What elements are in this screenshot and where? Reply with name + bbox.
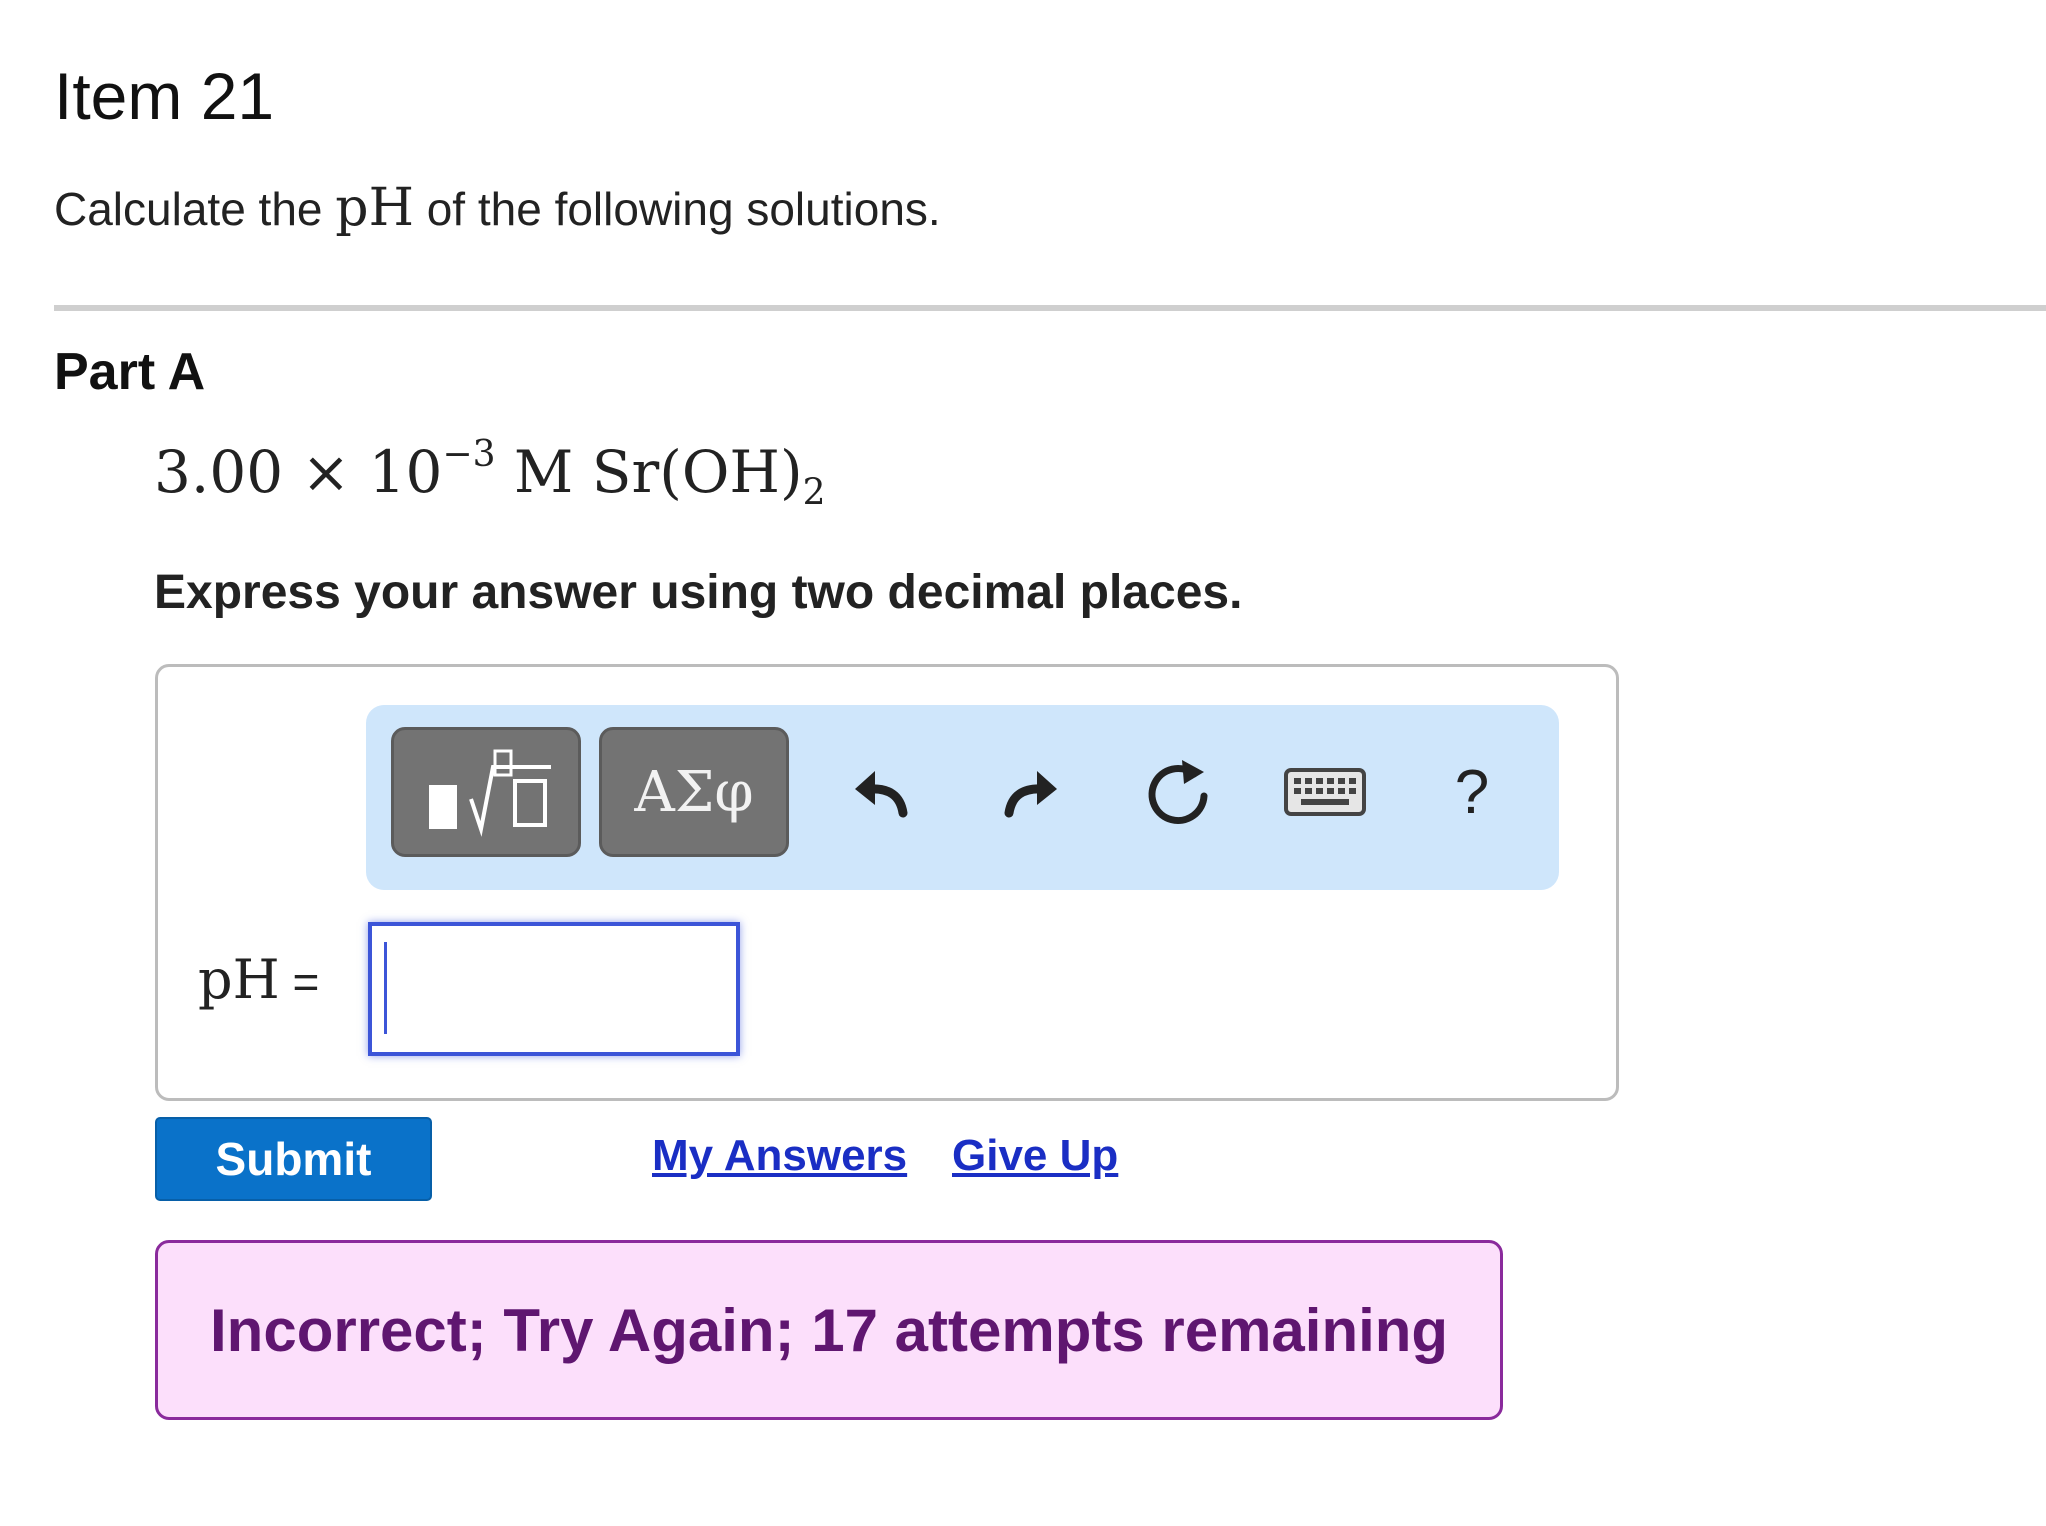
item-title: Item 21 — [54, 59, 275, 133]
instruction: Express your answer using two decimal pl… — [154, 566, 1243, 619]
feedback-message-box: Incorrect; Try Again; 17 attempts remain… — [155, 1240, 1503, 1420]
reset-button[interactable] — [1128, 742, 1228, 842]
intro-suffix: of the following solutions. — [413, 183, 941, 235]
keyboard-icon — [1284, 768, 1366, 816]
problem-statement: 3.00 × 10−3 M Sr(OH)2 — [154, 434, 826, 514]
problem-coefficient: 3.00 × 10 — [154, 438, 443, 506]
ph-answer-input[interactable] — [368, 922, 740, 1056]
section-divider — [54, 305, 2046, 311]
part-title: Part A — [54, 343, 206, 401]
intro-quantity: pH — [335, 178, 414, 238]
intro-text: Calculate the pH of the following soluti… — [54, 178, 941, 238]
ph-label: pH = — [198, 948, 319, 1011]
help-button[interactable]: ? — [1422, 742, 1522, 842]
submit-button[interactable]: Submit — [155, 1117, 432, 1201]
redo-icon — [1004, 771, 1057, 818]
ph-symbol: pH — [198, 948, 280, 1011]
feedback-message: Incorrect; Try Again; 17 attempts remain… — [210, 1296, 1449, 1364]
text-caret — [384, 942, 387, 1034]
keyboard-button[interactable] — [1275, 742, 1375, 842]
template-button[interactable] — [391, 727, 581, 857]
give-up-link[interactable]: Give Up — [952, 1131, 1118, 1181]
greek-symbols-button[interactable]: ΑΣφ — [599, 727, 789, 857]
problem-exponent: −3 — [442, 433, 496, 475]
problem-subscript: 2 — [802, 472, 826, 514]
template-root-icon — [429, 749, 551, 837]
intro-prefix: Calculate the — [54, 183, 336, 235]
undo-button[interactable] — [832, 742, 932, 842]
redo-button[interactable] — [980, 742, 1080, 842]
reset-icon — [1148, 760, 1208, 824]
equals-sign: = — [279, 956, 320, 1008]
problem-unit: M Sr(OH) — [495, 438, 803, 506]
undo-icon — [855, 771, 908, 818]
my-answers-link[interactable]: My Answers — [652, 1131, 907, 1181]
